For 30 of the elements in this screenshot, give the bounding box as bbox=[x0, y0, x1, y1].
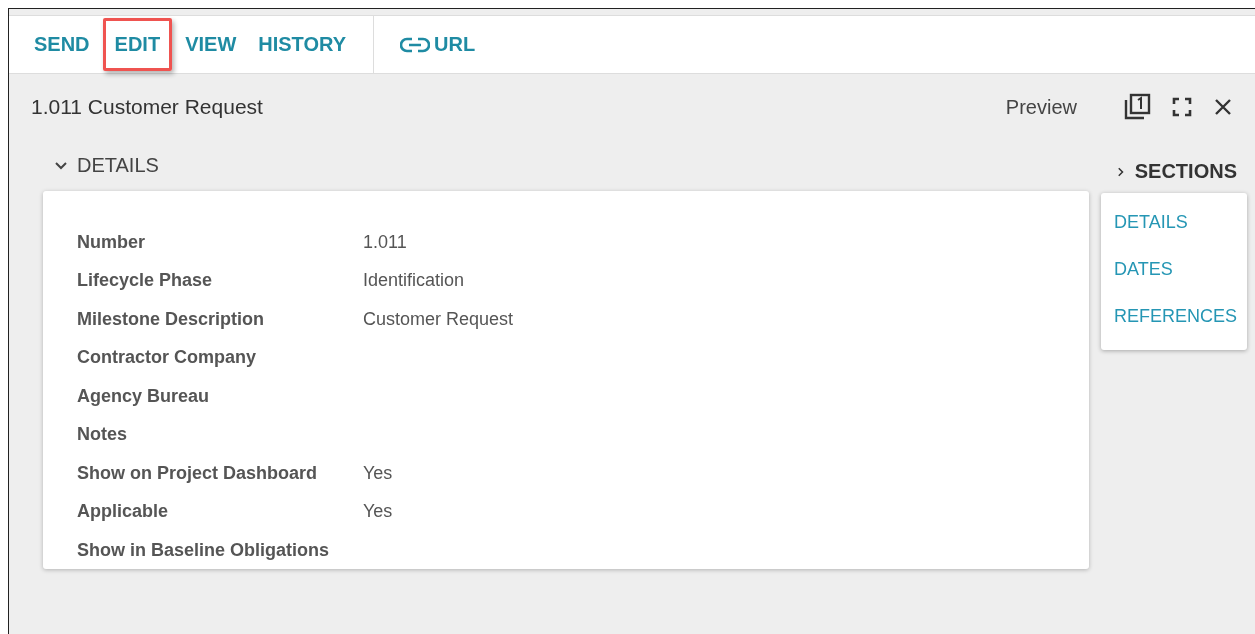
field-label: Notes bbox=[77, 424, 128, 446]
field-label: Applicable bbox=[77, 501, 170, 523]
field-value: Yes bbox=[363, 462, 393, 484]
field-value: 1.011 bbox=[363, 231, 407, 253]
expand-icon bbox=[1171, 96, 1193, 118]
sections-toggle[interactable]: SECTIONS bbox=[1114, 156, 1247, 187]
field-value: Yes bbox=[363, 501, 393, 523]
section-link[interactable]: DETAILS bbox=[1101, 199, 1247, 246]
close-icon bbox=[1213, 97, 1233, 117]
preview-label: Preview bbox=[1005, 95, 1077, 119]
field-label: Contractor Company bbox=[77, 347, 257, 369]
field-label: Lifecycle Phase bbox=[77, 270, 214, 292]
field-label: Agency Bureau bbox=[77, 385, 211, 407]
section-link[interactable]: DATES bbox=[1101, 246, 1247, 293]
link-icon bbox=[400, 36, 431, 53]
toolbar-button[interactable]: SEND bbox=[25, 18, 99, 71]
field-label: Show on Project Dashboard bbox=[77, 462, 319, 484]
field-label: Number bbox=[77, 231, 146, 253]
url-button[interactable]: URL bbox=[394, 25, 482, 64]
field-label: Show in Baseline Obligations bbox=[77, 539, 331, 561]
field-label: Milestone Description bbox=[77, 308, 266, 330]
section-link[interactable]: REFERENCES bbox=[1101, 293, 1247, 340]
toolbar-button[interactable]: EDIT bbox=[102, 18, 173, 71]
field-value: Customer Request bbox=[363, 308, 514, 330]
toolbar-button[interactable]: VIEW bbox=[176, 18, 246, 71]
record-title: 1.011 Customer Request bbox=[31, 95, 264, 119]
toolbar-button[interactable]: HISTORY bbox=[249, 18, 356, 71]
details-section-toggle[interactable]: DETAILS bbox=[43, 148, 169, 183]
field-value: Identification bbox=[363, 270, 465, 292]
stacked-pages-icon bbox=[1123, 93, 1151, 121]
